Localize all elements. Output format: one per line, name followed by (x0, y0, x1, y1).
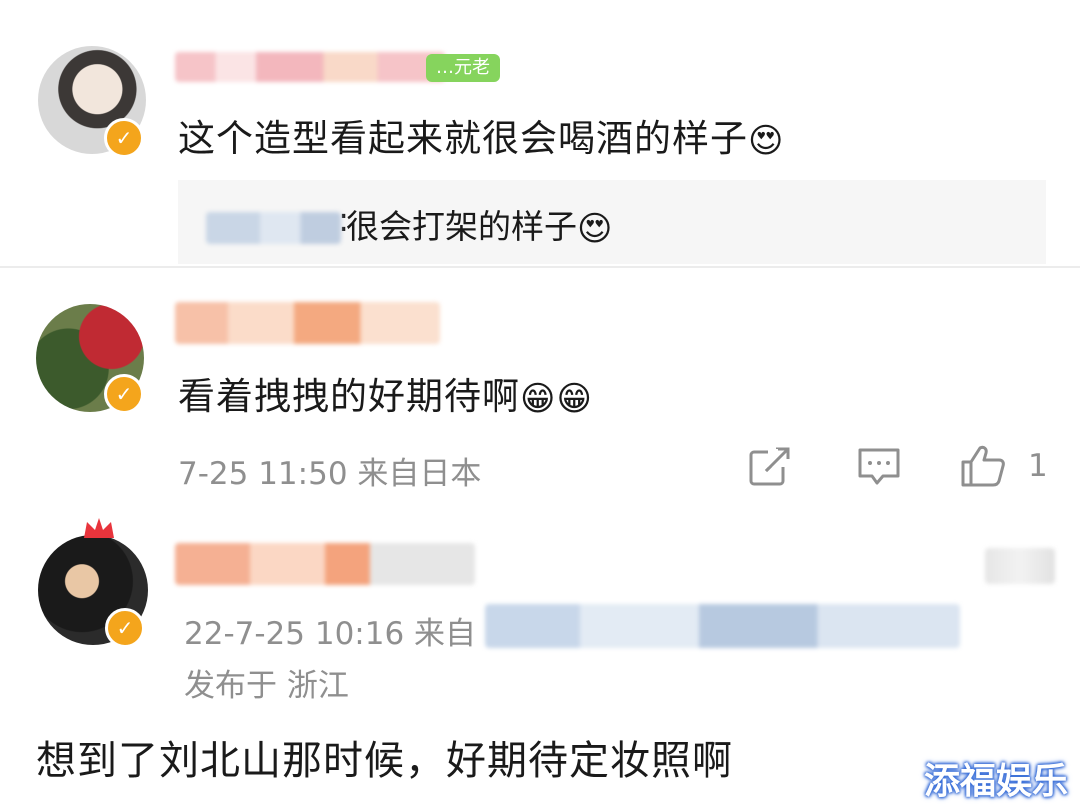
comment-location: 发布于 浙江 (184, 668, 349, 704)
username-blurred[interactable] (175, 543, 475, 585)
divider (0, 266, 1080, 268)
blurred-element (985, 548, 1055, 584)
post-text: 想到了刘北山那时候，好期待定妆照啊 (36, 738, 733, 784)
comment-icon[interactable] (857, 447, 901, 487)
heart-eyes-emoji: 😍 (577, 208, 613, 249)
heart-eyes-emoji: 😍 (748, 120, 785, 161)
like-icon[interactable] (960, 444, 1006, 488)
reply-text: 很会打架的样子😍 (346, 200, 612, 249)
verified-badge-icon: ✓ (104, 374, 144, 414)
source-blurred (485, 604, 960, 648)
comment-source: 来自日本 (357, 456, 482, 492)
watermark: 添福娱乐 (924, 761, 1069, 802)
comment-text: 看着拽拽的好期待啊😁😁 (178, 366, 593, 420)
username-blurred[interactable] (175, 302, 440, 344)
comment-text-body: 这个造型看起来就很会喝酒的样子 (178, 117, 748, 160)
reply-username-blurred[interactable] (206, 212, 341, 244)
like-count: 1 (1028, 448, 1048, 484)
comment-source: 来自 (414, 616, 477, 652)
comment-text-body: 看着拽拽的好期待啊 (178, 375, 520, 418)
comment-meta: 7-25 11:50 来自日本 (178, 448, 481, 493)
username-blurred[interactable] (175, 52, 445, 82)
grin-emoji: 😁😁 (520, 378, 593, 419)
reply-text-body: 很会打架的样子 (346, 207, 577, 246)
level-tag: …元老 (426, 54, 500, 82)
verified-badge-icon: ✓ (104, 118, 144, 158)
comment-meta: 22-7-25 10:16 来自 (184, 608, 476, 653)
share-icon[interactable] (748, 447, 792, 487)
crown-icon (84, 518, 114, 538)
comment-text: 这个造型看起来就很会喝酒的样子😍 (178, 108, 784, 162)
comment-time: 22-7-25 10:16 (184, 616, 405, 652)
comment-time: 7-25 11:50 (178, 456, 348, 492)
verified-badge-icon: ✓ (105, 608, 145, 648)
